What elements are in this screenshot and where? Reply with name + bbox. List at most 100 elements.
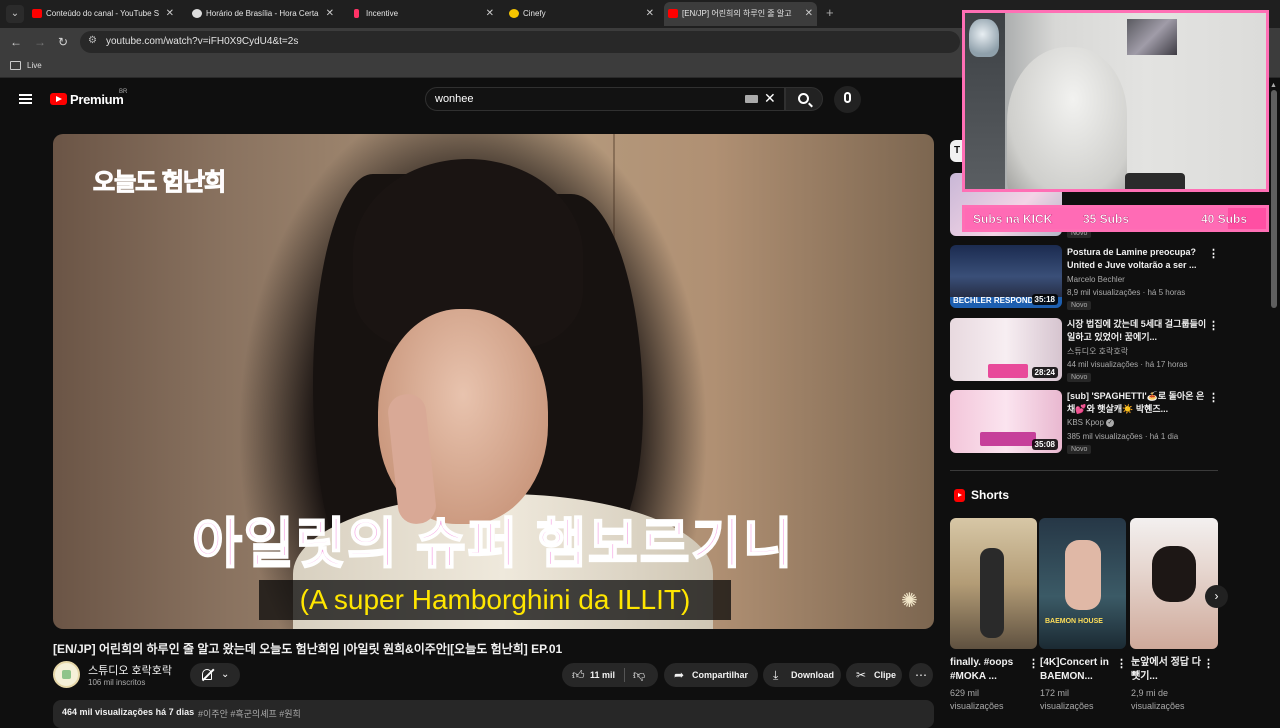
divider [624,668,625,682]
goal-current: 35 Subs [1083,212,1130,226]
chevron-down-icon: ⌄ [221,669,230,680]
short-thumbnail[interactable]: BAEMON HOUSE [1039,518,1126,649]
like-dislike-group: 👍︎ 11 mil 👎︎ [562,663,658,687]
goal-target: 40 Subs [1201,212,1248,226]
globe-favicon-icon [192,9,202,18]
korean-caption: 아일릿의 슈퍼 햄보르기니 [191,513,795,575]
shorts-heading: Shorts [971,488,1010,502]
short-thumbnail[interactable] [950,518,1037,649]
channel-name[interactable]: 스튜디오 호락호락 [1067,346,1128,357]
tab-youtube-studio[interactable]: Conteúdo do canal - YouTube S ✕ [28,2,178,26]
video-title[interactable]: [sub] 'SPAGHETTI'🍝로 돌아온 은채💕와 햇살캐☀️ 박혠즈..… [1067,390,1207,416]
duration-badge: 35:08 [1031,439,1058,450]
video-player[interactable]: 오늘도 험난희 아일릿의 슈퍼 햄보르기니 (A super Hamborghi… [53,134,934,629]
more-actions-button[interactable]: ⋯ [909,663,933,687]
shorts-next-button[interactable]: › [1205,585,1228,608]
site-info-icon[interactable]: ⚙ [88,35,97,46]
more-options-icon[interactable]: ⋮ [1116,657,1127,670]
country-code: BR [119,89,128,95]
thumbs-down-icon[interactable]: 👎︎ [633,663,645,687]
reload-icon[interactable]: ↻ [58,35,68,49]
video-title: [EN/JP] 어린희의 하루인 줄 알고 왔는데 오늘도 험난희임 |아일릿 … [53,642,563,656]
new-badge: Novo [1067,301,1092,310]
more-options-icon[interactable]: ⋮ [1208,319,1219,332]
share-button[interactable]: ➦ Compartilhar [664,663,758,687]
like-count[interactable]: 11 mil [590,663,615,687]
thumbnail-figure [980,548,1004,638]
clip-button[interactable]: ✂ Clipe [846,663,902,687]
webcam-figure [969,19,999,57]
search-button[interactable] [785,87,823,111]
youtube-premium-wordmark[interactable]: Premium [70,92,124,107]
video-title[interactable]: Postura de Lamine preocupa? United e Juv… [1067,246,1207,272]
video-title[interactable]: 시장 법집에 갔는데 5세대 걸그룹들이 일하고 있었어! 꿈에기... [1067,318,1207,344]
bookmark-live[interactable]: Live [27,61,42,70]
download-icon: ⤓ [773,668,779,682]
short-title[interactable]: 눈앞에서 정답 다 뺏기... [1131,656,1211,684]
clear-search-icon[interactable]: ✕ [764,90,776,107]
close-icon[interactable]: ✕ [326,2,334,26]
youtube-favicon-icon [668,9,678,18]
tab-incentive[interactable]: Incentive ✕ [348,2,498,26]
microphone-icon [844,92,851,103]
duration-badge: 35:18 [1031,294,1058,305]
close-icon[interactable]: ✕ [486,2,494,26]
page-scrollbar[interactable] [1271,90,1277,308]
share-icon: ➦ [674,668,685,682]
youtube-logo-icon[interactable] [50,93,67,105]
thumbs-up-icon[interactable]: 👍︎ [572,663,585,687]
channel-name[interactable]: KBS Kpop ✓ [1067,418,1115,427]
more-options-icon[interactable]: ⋮ [1208,247,1219,260]
voice-search-button[interactable] [834,86,861,113]
short-views: 629 mil visualizações [950,688,1004,711]
short-views: 172 mil visualizações [1040,688,1094,711]
download-button[interactable]: ⤓ Download [763,663,841,687]
video-thumbnail[interactable]: 28:24 [950,318,1062,381]
channel-name[interactable]: 스튜디오 호락호락 [88,662,172,678]
hashtags[interactable]: #이주안 #흑군의셰프 #원희 [198,707,301,720]
new-badge: Novo [1067,373,1092,382]
scissors-icon: ✂ [856,668,867,682]
thumbnail-figure [1152,546,1196,602]
close-icon[interactable]: ✕ [166,2,174,26]
more-options-icon[interactable]: ⋮ [1208,391,1219,404]
sparkle-icon: ✺ [901,590,918,612]
video-thumbnail[interactable]: BECHLER RESPONDE 35:18 [950,245,1062,308]
more-options-icon[interactable]: ⋮ [1203,657,1214,670]
search-input[interactable] [425,87,785,111]
scroll-up-icon[interactable]: ▲ [1270,82,1277,89]
verified-icon: ✓ [1106,418,1115,427]
tab-active-video[interactable]: [EN/JP] 어린희의 하루인 줄 알고 ✕ [664,2,817,26]
webcam-chair [1125,173,1185,189]
more-options-icon[interactable]: ⋮ [1028,657,1039,670]
view-count: 464 mil visualizações [62,707,154,717]
close-icon[interactable]: ✕ [805,2,813,26]
short-title[interactable]: finally. #oops #MOKA ... [950,656,1030,684]
short-thumbnail[interactable] [1130,518,1218,649]
menu-icon[interactable] [19,94,32,104]
tab-cinefy[interactable]: Cinefy ✕ [505,2,658,26]
new-tab-icon[interactable]: + [826,5,834,20]
address-bar[interactable]: ⚙ youtube.com/watch?v=iFH0X9CydU4&t=2s [80,31,960,53]
tab-search-button[interactable]: ⌄ [6,5,24,23]
tab-label: Horário de Brasília - Hora Certa [206,9,319,18]
webcam-poster [1127,19,1177,55]
tab-label: [EN/JP] 어린희의 하루인 줄 알고 [682,9,792,18]
subtitle-caption: (A super Hamborghini da ILLIT) [299,584,691,615]
channel-name[interactable]: Marcelo Bechler [1067,275,1125,284]
close-icon[interactable]: ✕ [646,2,654,26]
keyboard-icon[interactable] [745,95,758,103]
forward-icon[interactable]: → [34,35,46,49]
back-icon[interactable]: ← [10,35,22,49]
webcam-overlay [962,10,1269,192]
short-title[interactable]: [4K]Concert in BAEMON... [1040,656,1120,684]
tab-horario[interactable]: Horário de Brasília - Hora Certa ✕ [188,2,338,26]
url-text: youtube.com/watch?v=iFH0X9CydU4&t=2s [106,36,299,47]
video-thumbnail[interactable]: 35:08 [950,390,1062,453]
goal-title: Subs na KICK [973,212,1053,226]
upload-age: há 7 dias [155,707,195,717]
channel-avatar[interactable] [53,661,80,688]
thumbnail-figure [1065,540,1101,610]
notification-button[interactable]: ⌄ [190,663,240,687]
clip-label: Clipe [874,670,897,680]
